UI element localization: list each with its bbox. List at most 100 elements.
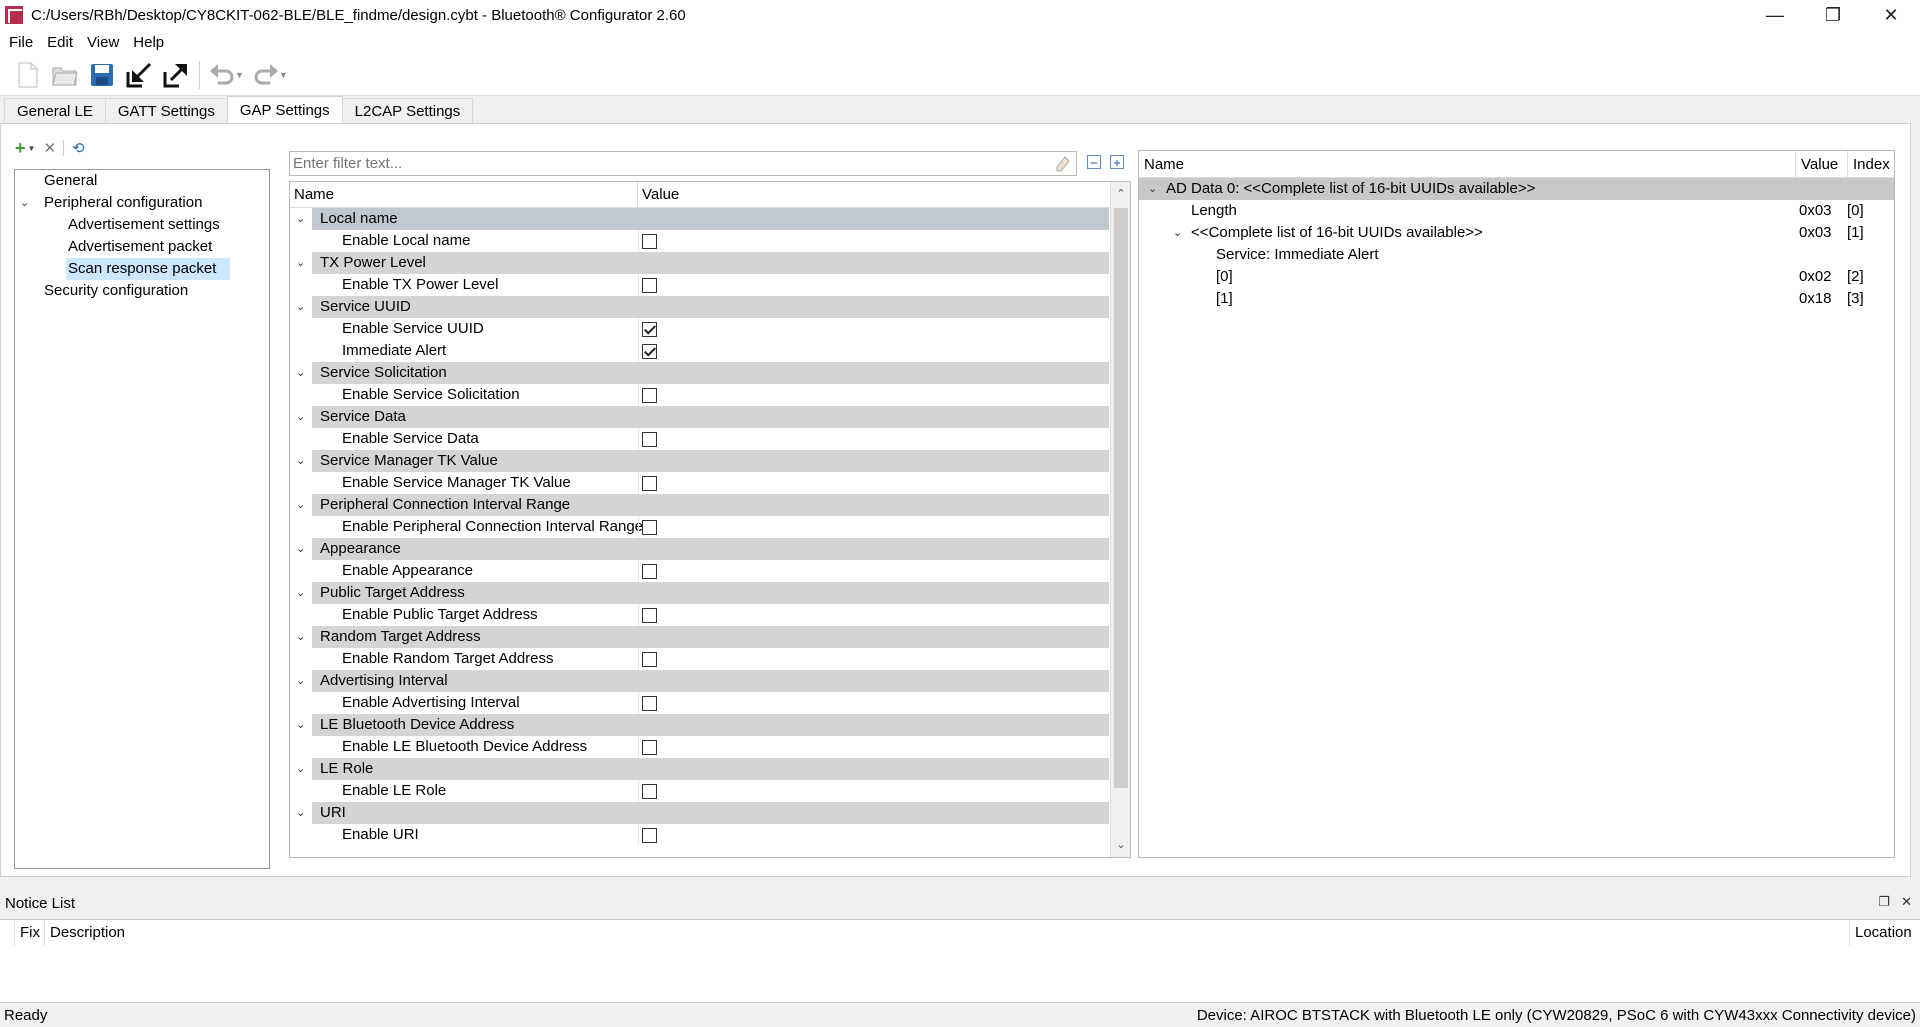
chevron-down-icon[interactable]: ⌄ <box>296 208 305 230</box>
delete-icon[interactable]: ✕ <box>43 139 56 157</box>
grid-scrollbar[interactable]: ⌃ ⌄ <box>1110 182 1130 857</box>
chevron-down-icon[interactable]: ⌄ <box>296 406 305 428</box>
restore-button[interactable]: ❐ <box>1804 0 1862 30</box>
property-group-row[interactable]: ⌄ Service Data <box>290 406 1110 428</box>
property-group-row[interactable]: ⌄ URI <box>290 802 1110 824</box>
export-icon[interactable] <box>160 59 192 91</box>
new-file-icon[interactable] <box>12 59 44 91</box>
menu-file[interactable]: File <box>0 34 40 51</box>
nav-item[interactable]: Advertisement settings <box>15 214 269 236</box>
ad-data-row[interactable]: Service: Immediate Alert <box>1139 244 1894 266</box>
scroll-down-icon[interactable]: ⌄ <box>1111 835 1130 855</box>
chevron-down-icon[interactable]: ⌄ <box>296 450 305 472</box>
enable-checkbox[interactable] <box>642 476 657 491</box>
ad-data-row[interactable]: ⌄ AD Data 0: <<Complete list of 16-bit UU… <box>1139 178 1894 200</box>
close-panel-icon[interactable]: ✕ <box>1901 894 1912 910</box>
add-dropdown-icon[interactable]: ▼ <box>28 144 36 153</box>
enable-checkbox[interactable] <box>642 322 657 337</box>
nav-item[interactable]: Advertisement packet <box>15 236 269 258</box>
column-name[interactable]: Name <box>290 182 638 208</box>
chevron-down-icon[interactable]: ⌄ <box>296 626 305 648</box>
property-group-row[interactable]: ⌄ Service Manager TK Value <box>290 450 1110 472</box>
enable-checkbox[interactable] <box>642 564 657 579</box>
enable-checkbox[interactable] <box>642 608 657 623</box>
enable-checkbox[interactable] <box>642 234 657 249</box>
property-group-row[interactable]: ⌄ LE Bluetooth Device Address <box>290 714 1110 736</box>
notice-column-fix[interactable]: Fix <box>15 920 45 946</box>
open-folder-icon[interactable] <box>49 59 81 91</box>
chevron-down-icon[interactable]: ⌄ <box>296 252 305 274</box>
nav-item[interactable]: General <box>15 170 269 192</box>
ad-data-row[interactable]: ⌄ <<Complete list of 16-bit UUIDs availab… <box>1139 222 1894 244</box>
enable-checkbox[interactable] <box>642 278 657 293</box>
undo-icon[interactable] <box>206 59 238 91</box>
undo-dropdown-icon[interactable]: ▼ <box>235 70 244 80</box>
enable-checkbox[interactable] <box>642 828 657 843</box>
chevron-down-icon[interactable]: ⌄ <box>296 802 305 824</box>
nav-item[interactable]: ⌄ Peripheral configuration <box>15 192 269 214</box>
enable-checkbox[interactable] <box>642 344 657 359</box>
add-icon[interactable]: + <box>15 138 26 159</box>
property-group-row[interactable]: ⌄ Local name <box>290 208 1110 230</box>
property-group-row[interactable]: ⌄ Random Target Address <box>290 626 1110 648</box>
property-group-row[interactable]: ⌄ Service UUID <box>290 296 1110 318</box>
ad-column-name[interactable]: Name <box>1139 151 1796 177</box>
property-group-row[interactable]: ⌄ LE Role <box>290 758 1110 780</box>
ad-data-row[interactable]: Length 0x03 [0] <box>1139 200 1894 222</box>
chevron-down-icon[interactable]: ⌄ <box>296 670 305 692</box>
ad-data-row[interactable]: [0] 0x02 [2] <box>1139 266 1894 288</box>
redo-dropdown-icon[interactable]: ▼ <box>279 70 288 80</box>
notice-column-description[interactable]: Description <box>45 920 1849 946</box>
nav-item[interactable]: Security configuration <box>15 280 269 302</box>
enable-checkbox[interactable] <box>642 520 657 535</box>
reset-icon[interactable]: ⟲ <box>72 139 85 157</box>
chevron-down-icon[interactable]: ⌄ <box>296 582 305 604</box>
menu-edit[interactable]: Edit <box>40 34 80 51</box>
property-group-row[interactable]: ⌄ Appearance <box>290 538 1110 560</box>
tab-gatt-settings[interactable]: GATT Settings <box>104 98 228 123</box>
enable-checkbox[interactable] <box>642 432 657 447</box>
filter-input[interactable] <box>293 155 1056 172</box>
expand-all-icon[interactable] <box>1110 155 1124 169</box>
clear-filter-icon[interactable] <box>1056 155 1070 172</box>
chevron-down-icon[interactable]: ⌄ <box>296 494 305 516</box>
save-icon[interactable] <box>86 59 118 91</box>
ad-column-value[interactable]: Value <box>1796 151 1848 177</box>
chevron-down-icon[interactable]: ⌄ <box>296 538 305 560</box>
redo-icon[interactable] <box>250 59 282 91</box>
chevron-down-icon[interactable]: ⌄ <box>1148 178 1157 200</box>
property-group-row[interactable]: ⌄ Public Target Address <box>290 582 1110 604</box>
scroll-thumb[interactable] <box>1114 208 1128 788</box>
tab-general-le[interactable]: General LE <box>4 98 106 123</box>
minimize-button[interactable]: — <box>1746 0 1804 30</box>
close-window-button[interactable]: ✕ <box>1862 0 1920 30</box>
chevron-down-icon[interactable]: ⌄ <box>20 192 29 214</box>
chevron-down-icon[interactable]: ⌄ <box>296 758 305 780</box>
chevron-down-icon[interactable]: ⌄ <box>296 296 305 318</box>
scroll-up-icon[interactable]: ⌃ <box>1111 184 1130 204</box>
ad-column-index[interactable]: Index <box>1848 151 1894 177</box>
enable-checkbox[interactable] <box>642 696 657 711</box>
property-group-row[interactable]: ⌄ Service Solicitation <box>290 362 1110 384</box>
chevron-down-icon[interactable]: ⌄ <box>296 714 305 736</box>
column-value[interactable]: Value <box>638 182 679 208</box>
notice-column-location[interactable]: Location <box>1849 920 1920 946</box>
enable-checkbox[interactable] <box>642 784 657 799</box>
collapse-all-icon[interactable] <box>1087 155 1101 169</box>
tab-gap-settings[interactable]: GAP Settings <box>226 96 343 123</box>
property-group-row[interactable]: ⌄ Advertising Interval <box>290 670 1110 692</box>
enable-checkbox[interactable] <box>642 652 657 667</box>
float-panel-icon[interactable]: ❐ <box>1878 894 1890 910</box>
menu-help[interactable]: Help <box>126 34 171 51</box>
nav-item[interactable]: Scan response packet <box>15 258 269 280</box>
import-icon[interactable] <box>123 59 155 91</box>
enable-checkbox[interactable] <box>642 388 657 403</box>
tab-l2cap-settings[interactable]: L2CAP Settings <box>341 98 474 123</box>
menu-view[interactable]: View <box>80 34 126 51</box>
enable-checkbox[interactable] <box>642 740 657 755</box>
chevron-down-icon[interactable]: ⌄ <box>1173 222 1182 244</box>
chevron-down-icon[interactable]: ⌄ <box>296 362 305 384</box>
property-group-row[interactable]: ⌄ TX Power Level <box>290 252 1110 274</box>
property-group-row[interactable]: ⌄ Peripheral Connection Interval Range <box>290 494 1110 516</box>
ad-data-row[interactable]: [1] 0x18 [3] <box>1139 288 1894 310</box>
